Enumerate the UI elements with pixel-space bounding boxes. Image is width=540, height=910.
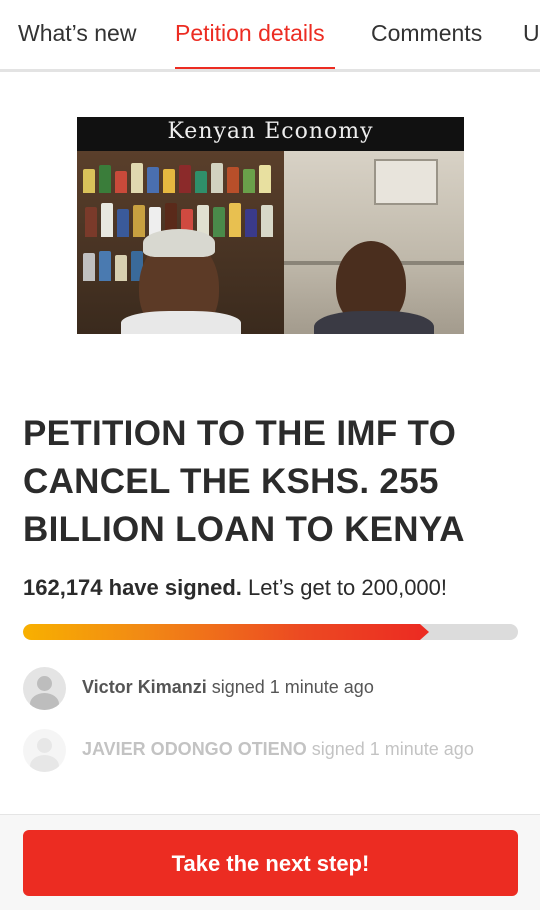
goal-text: Let’s get to 200,000! xyxy=(248,575,448,600)
petition-title: PETITION TO THE IMF TO CANCEL THE KSHS. … xyxy=(23,414,465,549)
active-tab-indicator xyxy=(175,67,335,69)
recent-signer: Victor Kimanzi signed 1 minute ago xyxy=(23,667,523,711)
signer-name: JAVIER ODONGO OTIENO xyxy=(82,739,307,759)
signed-count-text: 162,174 have signed. xyxy=(23,575,242,600)
signer-action: signed 1 minute ago xyxy=(211,677,374,697)
petition-image: Kenyan Economy xyxy=(77,117,464,334)
footer-bar: Take the next step! xyxy=(0,814,540,910)
image-caption: Kenyan Economy xyxy=(77,117,464,151)
empty-shelves-image xyxy=(284,151,464,334)
progress-tip xyxy=(420,624,429,640)
recent-signer: JAVIER ODONGO OTIENO signed 1 minute ago xyxy=(23,729,523,773)
signer-action: signed 1 minute ago xyxy=(311,739,474,759)
tab-petition-details[interactable]: Petition details xyxy=(175,20,325,47)
signature-count: 162,174 have signed. Let’s get to 200,00… xyxy=(23,575,447,601)
take-next-step-button[interactable]: Take the next step! xyxy=(23,830,518,896)
avatar xyxy=(23,729,66,772)
tab-whats-new[interactable]: What’s new xyxy=(18,20,136,47)
avatar xyxy=(23,667,66,710)
stocked-shelves-image xyxy=(77,151,284,334)
tab-updates[interactable]: U xyxy=(523,20,540,47)
signature-progress-bar xyxy=(23,624,518,640)
tab-bar: What’s new Petition details Comments U xyxy=(0,0,540,72)
progress-fill xyxy=(23,624,420,640)
tab-comments[interactable]: Comments xyxy=(371,20,482,47)
signer-name: Victor Kimanzi xyxy=(82,677,207,697)
